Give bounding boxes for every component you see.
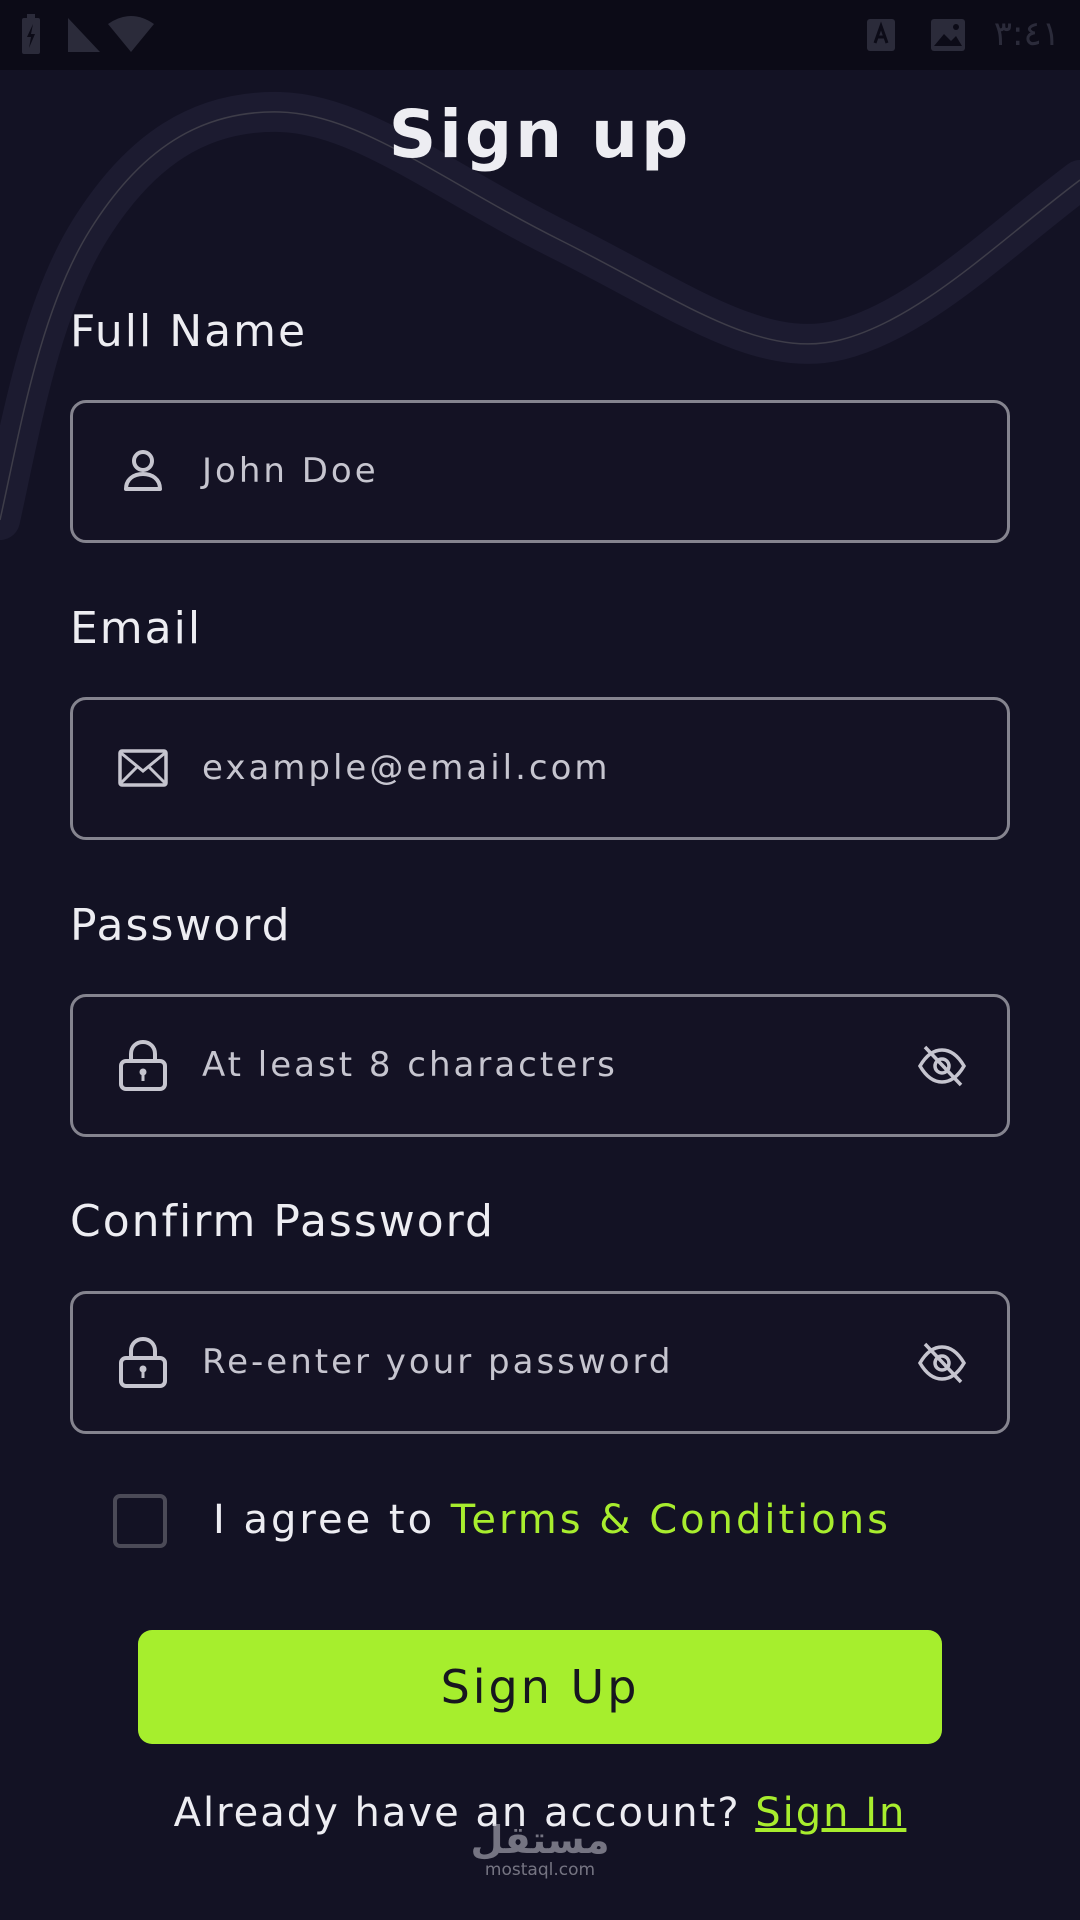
confirm-password-value: Re-enter your password	[202, 1342, 674, 1382]
person-icon	[124, 450, 162, 491]
status-bar: ٣:٤١	[0, 0, 1080, 70]
watermark: مستقل mostaql.com	[470, 1820, 610, 1880]
terms-conditions-link[interactable]: Terms & Conditions	[451, 1497, 891, 1543]
email-field[interactable]: example@email.com	[70, 697, 1010, 840]
cellular-signal-icon	[68, 18, 100, 52]
sign-up-button[interactable]: Sign Up	[138, 1630, 942, 1744]
mail-icon	[118, 749, 168, 787]
battery-charging-icon	[22, 14, 40, 54]
full-name-field[interactable]: John Doe	[70, 400, 1010, 543]
terms-agree-label: I agree to	[213, 1497, 451, 1543]
password-value: At least 8 characters	[202, 1045, 618, 1085]
status-time: ٣:٤١	[993, 14, 1060, 54]
confirm-password-field[interactable]: Re-enter your password	[70, 1291, 1010, 1434]
full-name-value: John Doe	[202, 451, 379, 491]
terms-checkbox[interactable]	[113, 1494, 167, 1548]
confirm-password-label: Confirm Password	[70, 1196, 495, 1247]
image-notification-icon	[931, 19, 965, 51]
full-name-label: Full Name	[70, 306, 308, 357]
sign-in-prompt-text: Already have an account?	[173, 1790, 756, 1836]
terms-agree-text: I agree to Terms & Conditions	[213, 1492, 891, 1548]
eye-off-icon[interactable]	[917, 1338, 967, 1388]
password-label: Password	[70, 900, 292, 951]
sign-in-link[interactable]: Sign In	[755, 1790, 906, 1836]
watermark-arabic: مستقل	[470, 1818, 610, 1862]
password-field[interactable]: At least 8 characters	[70, 994, 1010, 1137]
page-title: Sign up	[388, 96, 692, 173]
wifi-icon	[108, 16, 154, 52]
watermark-domain: mostaql.com	[484, 1860, 596, 1880]
lock-icon	[119, 1039, 167, 1091]
email-label: Email	[70, 603, 203, 654]
email-value: example@email.com	[202, 748, 611, 788]
lock-icon	[119, 1336, 167, 1388]
app-notification-icon	[867, 19, 895, 51]
eye-off-icon[interactable]	[917, 1041, 967, 1091]
